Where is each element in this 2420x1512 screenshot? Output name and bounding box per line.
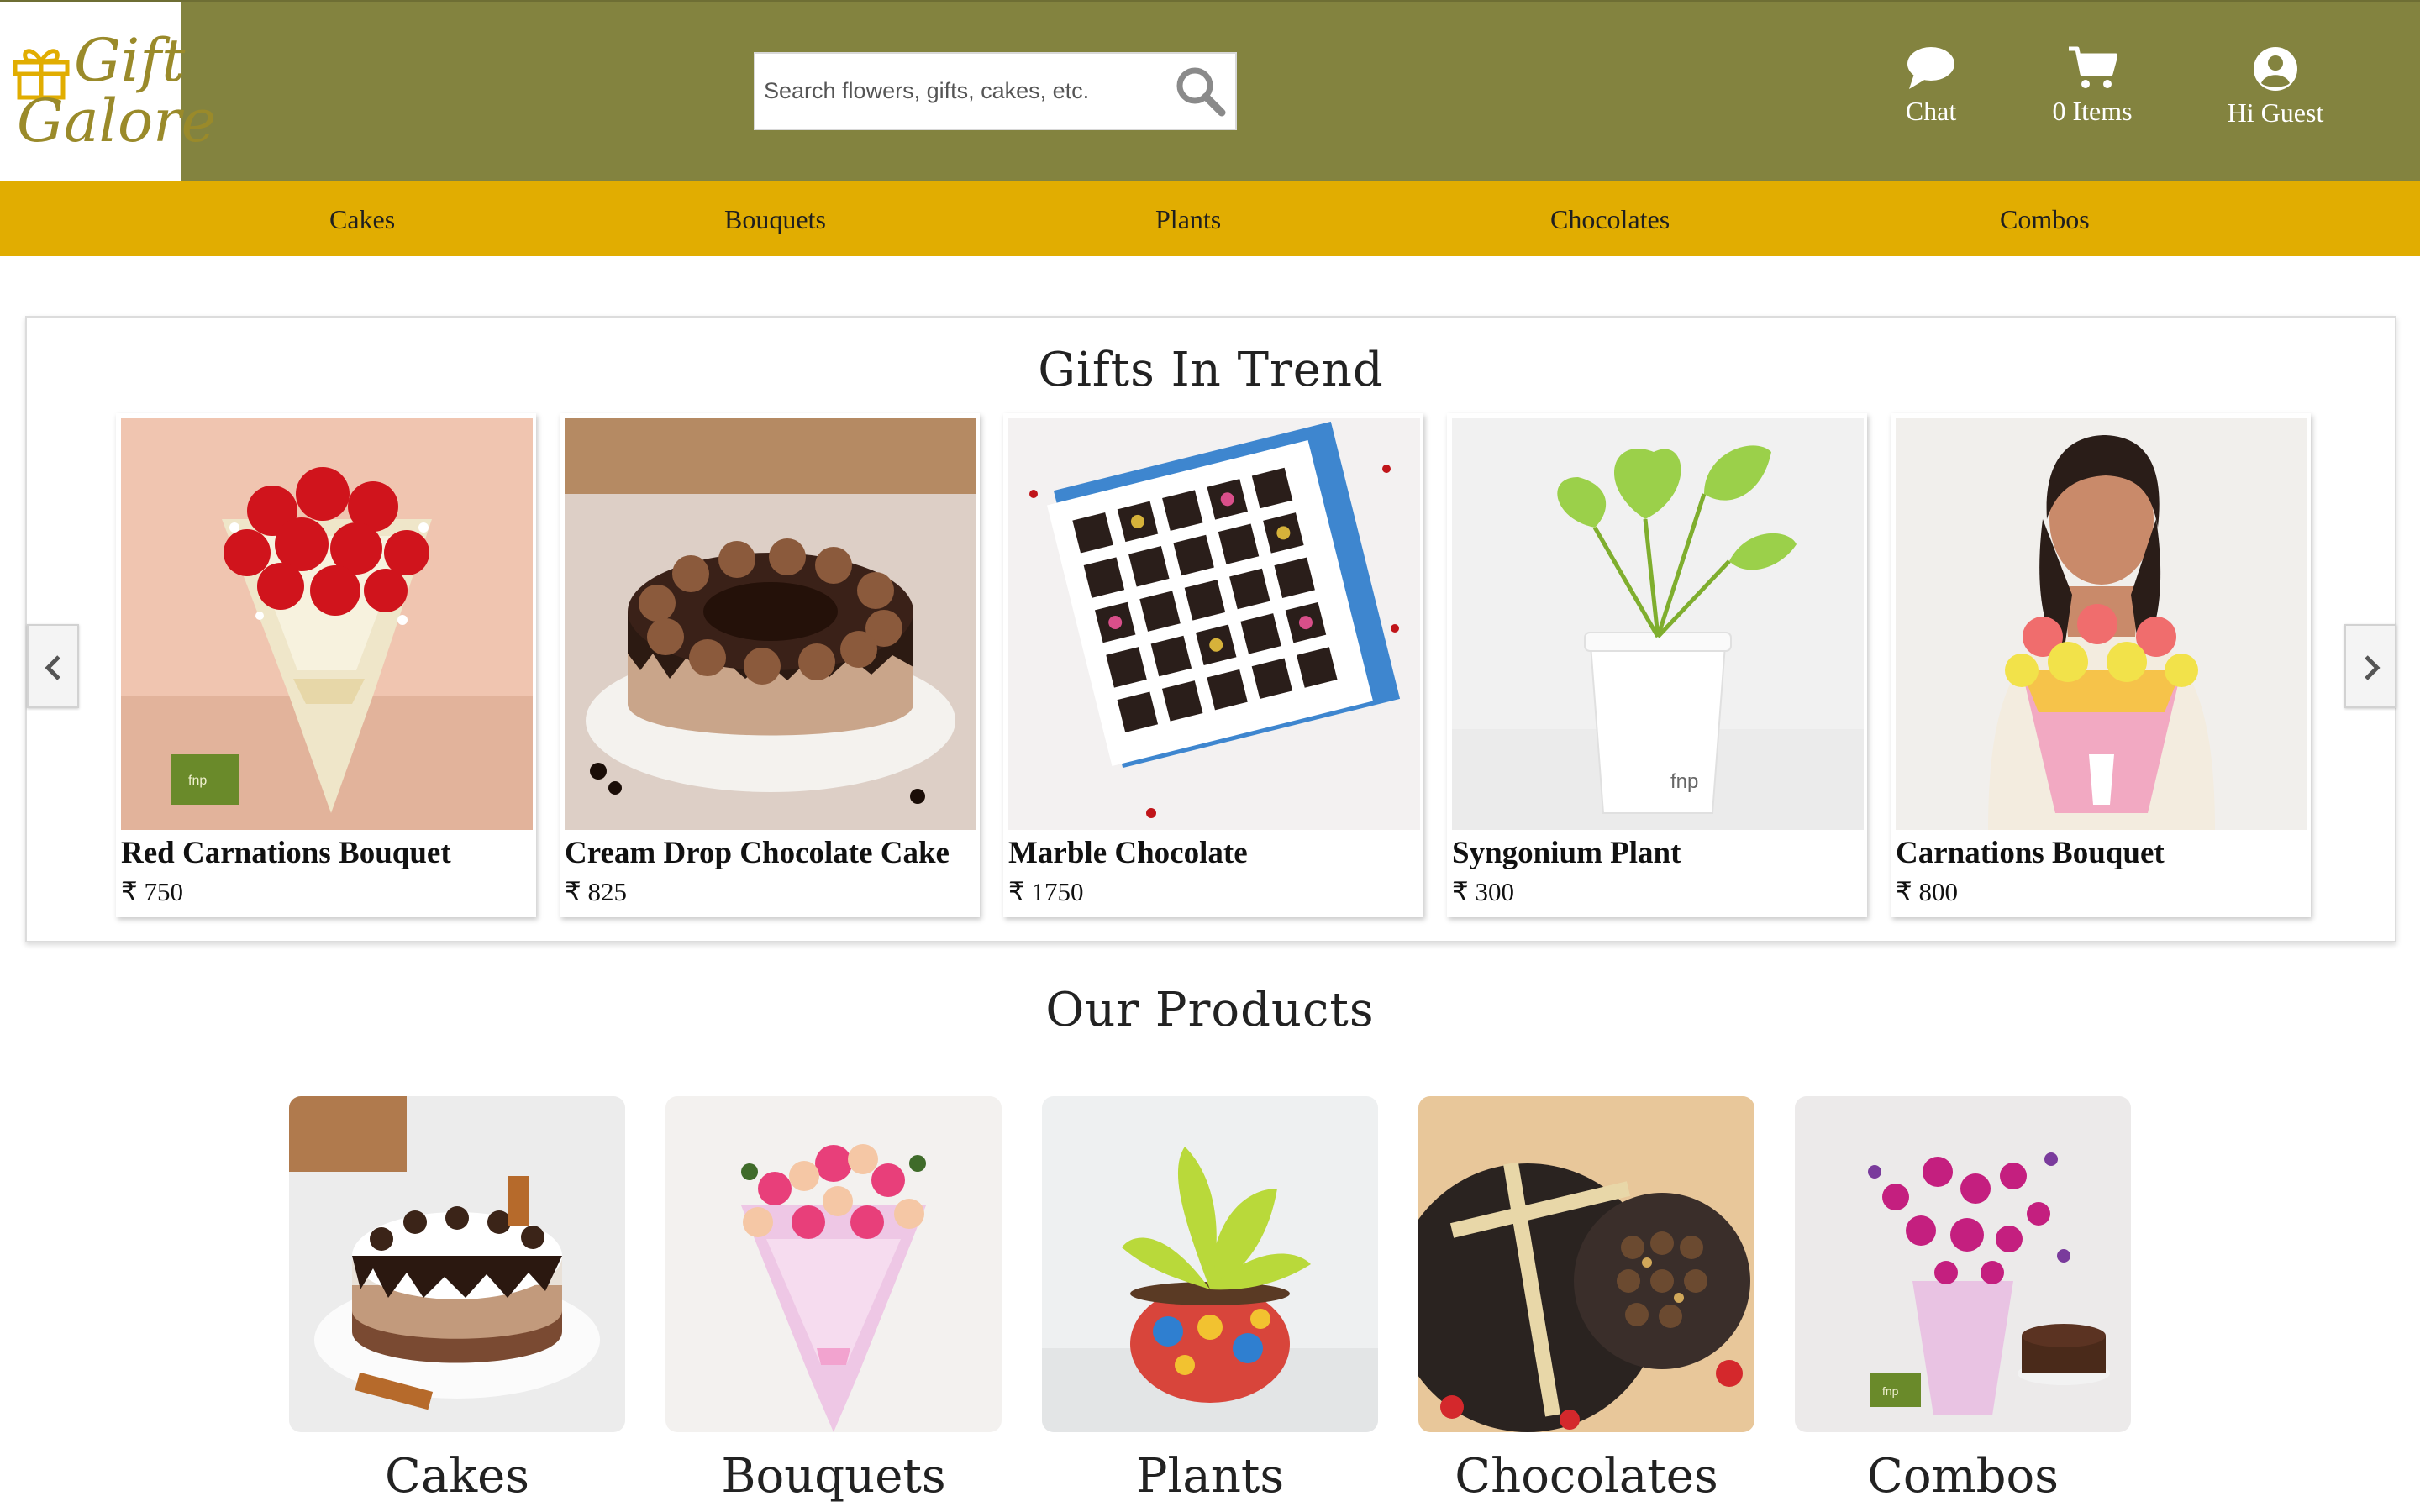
category-card-combos[interactable]: fnp Combos bbox=[1795, 1096, 2131, 1512]
carousel-next-button[interactable] bbox=[2344, 624, 2396, 708]
category-label: Combos bbox=[1867, 1449, 2059, 1504]
chevron-right-icon bbox=[2365, 655, 2381, 680]
category-card-cakes[interactable]: Cakes bbox=[289, 1096, 625, 1512]
cart-icon bbox=[2069, 46, 2118, 88]
category-nav: Cakes Bouquets Plants Chocolates Combos bbox=[0, 181, 2420, 256]
carousel-prev-button[interactable] bbox=[27, 624, 79, 708]
nav-item-combos[interactable]: Combos bbox=[2000, 181, 2090, 256]
product-price: ₹ 300 bbox=[1452, 877, 1514, 906]
search-bar bbox=[754, 52, 1237, 130]
svg-text:fnp: fnp bbox=[188, 774, 207, 788]
trending-title: Gifts In Trend bbox=[1038, 343, 1384, 397]
cart-label: 0 Items bbox=[2052, 96, 2133, 126]
category-card-bouquets[interactable]: Bouquets bbox=[666, 1096, 1002, 1512]
chevron-left-icon bbox=[45, 655, 60, 680]
category-image bbox=[666, 1096, 1002, 1432]
product-image bbox=[565, 418, 976, 830]
product-name: Syngonium Plant bbox=[1452, 836, 1681, 870]
site-header: Gift Galore Chat 0 Items Hi Guest bbox=[0, 0, 2420, 182]
trending-carousel: Gifts In Trend fnp Red Carnations Bouque… bbox=[25, 316, 2396, 942]
category-image bbox=[1418, 1096, 1754, 1432]
account-label: Hi Guest bbox=[2227, 97, 2324, 128]
category-label: Plants bbox=[1135, 1449, 1285, 1504]
product-image: fnp bbox=[121, 418, 533, 830]
product-name: Red Carnations Bouquet bbox=[121, 836, 451, 870]
svg-text:fnp: fnp bbox=[1882, 1384, 1899, 1398]
product-name: Cream Drop Chocolate Cake bbox=[565, 836, 950, 870]
nav-item-plants[interactable]: Plants bbox=[1155, 181, 1221, 256]
svg-text:fnp: fnp bbox=[1670, 770, 1698, 793]
category-label: Cakes bbox=[384, 1449, 530, 1504]
user-icon bbox=[2254, 47, 2297, 91]
category-label: Bouquets bbox=[721, 1449, 946, 1504]
chat-icon bbox=[1907, 47, 1954, 89]
search-input[interactable] bbox=[764, 54, 1159, 129]
category-image: fnp bbox=[1795, 1096, 2131, 1432]
product-image: fnp bbox=[1452, 418, 1864, 830]
product-price: ₹ 750 bbox=[121, 877, 183, 906]
product-price: ₹ 1750 bbox=[1008, 877, 1084, 906]
category-image bbox=[289, 1096, 625, 1432]
product-image bbox=[1008, 418, 1420, 830]
product-card[interactable]: Carnations Bouquet ₹ 800 bbox=[1891, 413, 2311, 917]
product-card[interactable]: fnp Red Carnations Bouquet ₹ 750 bbox=[116, 413, 536, 917]
product-card[interactable]: Cream Drop Chocolate Cake ₹ 825 bbox=[560, 413, 980, 917]
search-icon[interactable] bbox=[1173, 64, 1227, 118]
category-label: Chocolates bbox=[1455, 1449, 1718, 1504]
category-card-plants[interactable]: Plants bbox=[1042, 1096, 1378, 1512]
account-button[interactable]: Hi Guest bbox=[2175, 45, 2376, 146]
product-price: ₹ 825 bbox=[565, 877, 627, 906]
products-title: Our Products bbox=[1045, 983, 1375, 1037]
brand-name-line1: Gift bbox=[74, 26, 186, 95]
product-card[interactable]: Marble Chocolate ₹ 1750 bbox=[1003, 413, 1423, 917]
product-image bbox=[1896, 418, 2307, 830]
product-price: ₹ 800 bbox=[1896, 877, 1958, 906]
category-card-chocolates[interactable]: Chocolates bbox=[1418, 1096, 1754, 1512]
nav-item-chocolates[interactable]: Chocolates bbox=[1550, 181, 1670, 256]
cart-button[interactable]: 0 Items bbox=[1991, 45, 2193, 146]
nav-item-cakes[interactable]: Cakes bbox=[329, 181, 395, 256]
product-name: Carnations Bouquet bbox=[1896, 836, 2165, 870]
product-name: Marble Chocolate bbox=[1008, 836, 1248, 870]
brand-logo[interactable]: Gift Galore bbox=[0, 2, 216, 182]
brand-name-line2: Galore bbox=[17, 87, 217, 155]
category-image bbox=[1042, 1096, 1378, 1432]
nav-item-bouquets[interactable]: Bouquets bbox=[724, 181, 826, 256]
product-card[interactable]: fnp Syngonium Plant ₹ 300 bbox=[1447, 413, 1867, 917]
